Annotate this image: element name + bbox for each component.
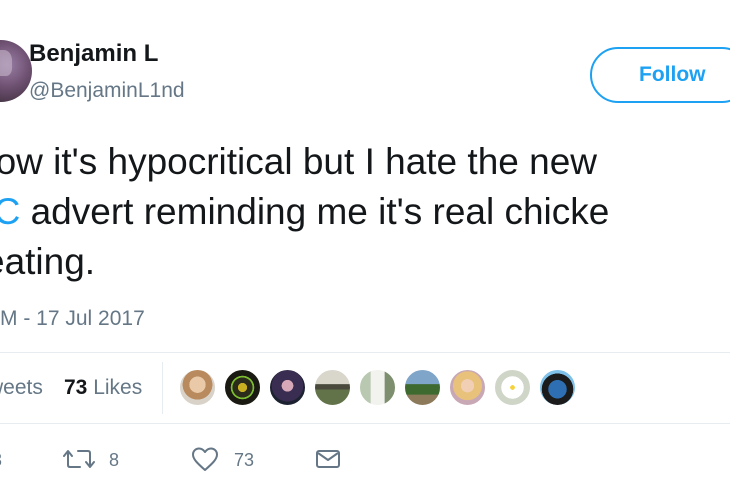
- heart-icon[interactable]: [191, 446, 219, 472]
- retweets-stat[interactable]: weets: [0, 376, 43, 400]
- likes-stat-label: Likes: [87, 376, 143, 399]
- liker-avatar[interactable]: [539, 369, 576, 406]
- tweet-timestamp[interactable]: PM - 17 Jul 2017: [0, 307, 145, 331]
- retweet-icon[interactable]: [63, 446, 95, 472]
- actions-top-divider: [0, 423, 730, 424]
- reply-count[interactable]: 3: [0, 450, 2, 471]
- liker-avatar[interactable]: [314, 369, 351, 406]
- tweet-text-line-2: FC advert reminding me it's real chicke: [0, 193, 609, 230]
- liker-avatar[interactable]: [359, 369, 396, 406]
- liker-avatar[interactable]: [494, 369, 531, 406]
- brand-mention-link[interactable]: FC: [0, 191, 20, 232]
- liker-avatar[interactable]: [179, 369, 216, 406]
- tweet-text-line-3: eating.: [0, 241, 96, 282]
- retweet-count[interactable]: 8: [109, 450, 119, 471]
- likes-stat[interactable]: 73 Likes: [64, 376, 142, 400]
- retweets-label: weets: [0, 376, 43, 399]
- author-display-name[interactable]: Benjamin L: [29, 40, 158, 68]
- stats-top-divider: [0, 352, 730, 353]
- tweet-text-line-2-rest: advert reminding me it's real chicke: [20, 191, 610, 232]
- liker-avatar[interactable]: [449, 369, 486, 406]
- envelope-icon[interactable]: [315, 446, 341, 472]
- liker-avatar[interactable]: [404, 369, 441, 406]
- likes-stat-count: 73: [64, 376, 88, 399]
- liker-avatar[interactable]: [224, 369, 261, 406]
- follow-button[interactable]: Follow: [590, 47, 730, 103]
- author-avatar[interactable]: [0, 40, 32, 102]
- like-count[interactable]: 73: [234, 450, 254, 471]
- author-handle[interactable]: @BenjaminL1nd: [29, 79, 185, 103]
- tweet-text-line-1: now it's hypocritical but I hate the new: [0, 141, 598, 182]
- liker-avatar[interactable]: [269, 369, 306, 406]
- stats-separator: [162, 362, 163, 414]
